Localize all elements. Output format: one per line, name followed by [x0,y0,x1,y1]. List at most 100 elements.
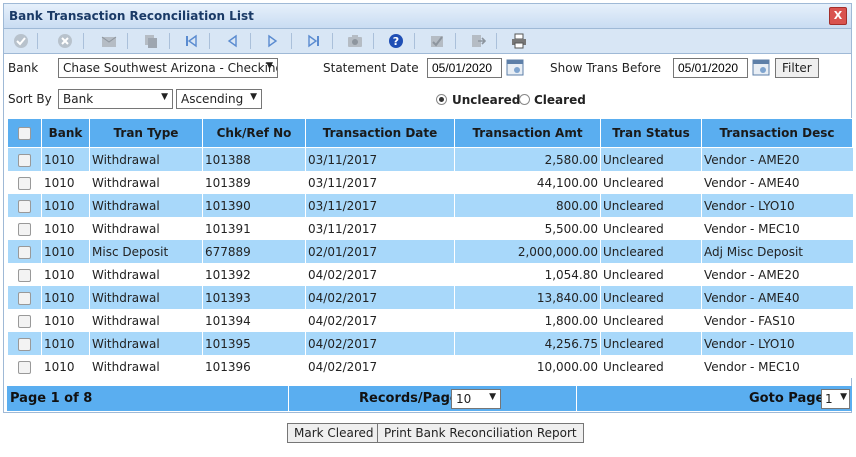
statement-date-input[interactable] [427,58,502,78]
sort-by-label: Sort By [8,92,52,106]
cell-status: Uncleared [600,355,702,378]
row-select-cell[interactable] [7,309,42,332]
cleared-radio[interactable] [519,94,530,105]
row-checkbox[interactable] [18,337,31,351]
cell-status: Uncleared [600,147,702,171]
table-row[interactable]: 1010 Withdrawal 101395 04/02/2017 4,256.75 Un… [7,332,853,355]
bank-select[interactable]: Chase Southwest Arizona - Checking ▼ [58,58,278,78]
first-page-icon[interactable] [178,31,204,51]
table-row[interactable]: 1010 Withdrawal 101390 03/11/2017 800.00 Uncl… [7,194,853,217]
title-bar: Bank Transaction Reconciliation List X [4,4,851,29]
row-checkbox[interactable] [18,153,31,167]
row-checkbox[interactable] [18,245,31,259]
row-select-cell[interactable] [7,194,42,217]
table-row[interactable]: 1010 Withdrawal 101393 04/02/2017 13,840.00 U… [7,286,853,309]
goto-page-select[interactable]: 1 ▼ [821,389,850,409]
column-header[interactable]: Tran Type [89,118,203,148]
cell-bank: 1010 [41,171,90,194]
cell-type: Withdrawal [89,171,203,194]
check-icon[interactable] [8,31,34,51]
cell-desc: Vendor - AME20 [701,263,853,286]
last-page-icon[interactable] [301,31,327,51]
table-row[interactable]: 1010 Withdrawal 101391 03/11/2017 5,500.00 Un… [7,217,853,240]
row-select-cell[interactable] [7,147,42,171]
column-header[interactable]: Transaction Amt [454,118,601,148]
cell-amt: 13,840.00 [454,286,601,309]
cell-bank: 1010 [41,194,90,217]
cell-amt: 2,580.00 [454,147,601,171]
table-row[interactable]: 1010 Withdrawal 101392 04/02/2017 1,054.80 Un… [7,263,853,286]
chevron-down-icon: ▼ [250,92,257,102]
approve-icon[interactable] [424,31,450,51]
mark-cleared-button[interactable]: Mark Cleared [287,423,381,443]
column-header[interactable]: Transaction Desc [701,118,853,148]
row-checkbox[interactable] [18,222,31,236]
row-select-cell[interactable] [7,263,42,286]
table-row[interactable]: 1010 Withdrawal 101388 03/11/2017 2,580.00 Un… [7,147,853,171]
row-checkbox[interactable] [18,291,31,305]
print-report-button[interactable]: Print Bank Reconciliation Report [377,423,584,443]
reconciliation-window: Bank Transaction Reconciliation List X ?… [3,3,853,413]
sort-order-select[interactable]: Ascending ▼ [176,89,262,109]
row-select-cell[interactable] [7,240,42,263]
select-all-checkbox[interactable] [18,127,31,140]
row-checkbox[interactable] [18,199,31,213]
calendar-icon[interactable] [506,57,524,77]
camera-icon[interactable] [342,31,368,51]
next-page-icon[interactable] [260,31,286,51]
cell-desc: Adj Misc Deposit [701,240,853,263]
export-icon[interactable] [465,31,491,51]
records-per-page-label: Records/Page [359,391,459,406]
cell-desc: Vendor - AME20 [701,147,853,171]
row-checkbox[interactable] [18,268,31,282]
show-before-input[interactable] [673,58,748,78]
row-select-cell[interactable] [7,286,42,309]
table-header-row: Bank Tran Type Chk/Ref No Transaction Da… [7,118,853,148]
row-select-cell[interactable] [7,171,42,194]
copy-icon[interactable] [138,31,164,51]
row-checkbox[interactable] [18,314,31,328]
bank-select-value: Chase Southwest Arizona - Checking [63,61,278,75]
sort-by-select[interactable]: Bank ▼ [58,89,173,109]
filter-button[interactable]: Filter [775,58,819,78]
toolbar: ? [4,29,851,54]
column-header[interactable]: Bank [41,118,90,148]
help-icon[interactable]: ? [383,31,409,51]
cell-amt: 5,500.00 [454,217,601,240]
row-select-cell[interactable] [7,355,42,378]
column-header[interactable]: Transaction Date [305,118,455,148]
cell-status: Uncleared [600,217,702,240]
cell-type: Withdrawal [89,355,203,378]
cell-bank: 1010 [41,309,90,332]
records-per-page-select[interactable]: 10 ▼ [451,389,501,409]
table-row[interactable]: 1010 Withdrawal 101394 04/02/2017 1,800.00 Un… [7,309,853,332]
close-button[interactable]: X [829,7,847,25]
cancel-icon[interactable] [52,31,78,51]
cell-amt: 44,100.00 [454,171,601,194]
cell-ref: 101394 [202,309,306,332]
table-row[interactable]: 1010 Withdrawal 101396 04/02/2017 10,000.00 U… [7,355,853,378]
svg-text:?: ? [393,35,399,48]
cell-bank: 1010 [41,147,90,171]
cell-ref: 101392 [202,263,306,286]
chevron-down-icon: ▼ [840,392,847,402]
prev-page-icon[interactable] [219,31,245,51]
cell-status: Uncleared [600,240,702,263]
column-header[interactable]: Tran Status [600,118,702,148]
cell-bank: 1010 [41,217,90,240]
select-all-header[interactable] [7,118,42,148]
table-row[interactable]: 1010 Misc Deposit 677889 02/01/2017 2,000,00… [7,240,853,263]
mail-icon[interactable] [96,31,122,51]
table-row[interactable]: 1010 Withdrawal 101389 03/11/2017 44,100.00 U… [7,171,853,194]
cell-status: Uncleared [600,286,702,309]
print-icon[interactable] [506,31,532,51]
calendar-icon[interactable] [752,57,770,77]
column-header[interactable]: Chk/Ref No [202,118,306,148]
cell-date: 03/11/2017 [305,171,455,194]
row-checkbox[interactable] [18,360,31,374]
cell-date: 04/02/2017 [305,332,455,355]
uncleared-radio[interactable] [436,94,447,105]
row-select-cell[interactable] [7,217,42,240]
row-select-cell[interactable] [7,332,42,355]
row-checkbox[interactable] [18,176,31,190]
